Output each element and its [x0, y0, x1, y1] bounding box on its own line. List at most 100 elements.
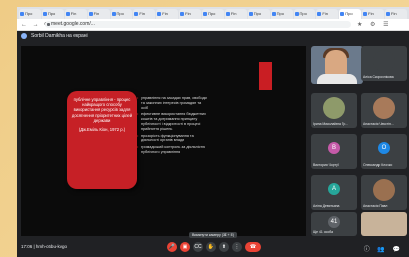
participant-name: Ще 41 особа — [313, 230, 333, 234]
participant-name: Олександр Клочко — [363, 163, 393, 167]
tab-label: Fin — [93, 11, 100, 16]
tab-label: Fin — [322, 11, 328, 16]
tab-strip: Про Про Fin Fin Про Fin Fin Fin Про Fin Про Про Про F… — [17, 7, 409, 19]
browser-tab[interactable]: Fin — [224, 9, 247, 19]
raise-hand-icon[interactable]: ✋ — [206, 242, 216, 252]
control-tooltip: Вимкнути камеру (⌘ + E) — [189, 232, 238, 238]
end-call-button[interactable]: ☎ — [245, 242, 261, 252]
participant-tile[interactable] — [361, 212, 407, 236]
slide-bullet: громадський контроль за діяльністю публі… — [137, 145, 207, 155]
lock-icon — [47, 23, 50, 26]
browser-window: Про Про Fin Fin Про Fin Fin Fin Про Fin Про Про Про F… — [17, 7, 409, 257]
presenting-title: Sorbil Damikha на екрані — [31, 33, 88, 39]
participant-video-shirt — [317, 74, 357, 84]
browser-tab[interactable]: Fin — [316, 9, 339, 19]
participant-tile[interactable]: Анастасія Чекстін... — [361, 93, 407, 128]
tab-label: Про — [47, 11, 56, 16]
browser-tab[interactable]: Про — [339, 9, 362, 19]
participant-avatar: B — [328, 142, 340, 154]
tab-label: Fin — [368, 11, 374, 16]
present-icon[interactable]: ⬆ — [219, 242, 229, 252]
slide-bullet: прозорість функціонування та діяльності … — [137, 134, 207, 144]
mic-off-icon[interactable]: 🎤 — [167, 242, 177, 252]
browser-tab[interactable]: Про — [247, 9, 270, 19]
participant-tile[interactable]: Аліса Скорохлікова — [361, 46, 407, 81]
slide-bullet: управління на засадах прав, свободи та з… — [137, 96, 207, 110]
participant-tile[interactable]: 41 Ще 41 особа — [311, 212, 357, 236]
more-participants-icon: 41 — [328, 216, 340, 228]
extension-icons[interactable]: ★ ⚙ ☰ — [357, 21, 391, 28]
side-panel-icons[interactable]: ⓘ 👥 💬 — [364, 244, 403, 253]
tab-favicon-icon — [20, 12, 24, 16]
participant-name: Виктория Чортуї — [313, 163, 339, 167]
tab-favicon-icon — [88, 12, 93, 16]
tab-label: Про — [208, 11, 216, 16]
tab-favicon-icon — [42, 12, 47, 16]
presentation-stage: публічне управління - процес найкращого … — [21, 46, 306, 236]
more-options-icon[interactable]: ⋮ — [232, 242, 242, 252]
participant-tile[interactable] — [311, 46, 363, 84]
tab-label: Про — [276, 11, 284, 16]
tab-label: Про — [116, 11, 124, 16]
slide-definition-card: публічне управління - процес найкращого … — [67, 91, 137, 189]
tab-favicon-icon — [157, 12, 162, 16]
slide-bullets: управління на засадах прав, свободи та з… — [137, 96, 207, 186]
browser-tab[interactable]: Fin — [156, 9, 179, 19]
participant-name: Аліна Девятьяна — [313, 204, 340, 208]
tab-favicon-icon — [134, 12, 139, 16]
browser-tab[interactable]: Про — [202, 9, 224, 19]
browser-tab[interactable]: Fin — [87, 9, 110, 19]
participant-name: Ірина Миколаївна Гр... — [313, 122, 349, 126]
tab-favicon-icon — [225, 12, 230, 16]
tab-label: Про — [345, 11, 353, 16]
participant-photo — [373, 179, 395, 201]
participant-name: Анастасія Чекстін... — [363, 122, 394, 126]
presenter-icon — [21, 33, 27, 39]
tab-favicon-icon — [271, 12, 276, 16]
tab-favicon-icon — [317, 12, 322, 16]
participant-grid: Аліса Скорохлікова Ірина Миколаївна Гр...… — [311, 46, 408, 236]
browser-tab[interactable]: Про — [270, 9, 293, 19]
participant-tile[interactable]: Ірина Миколаївна Гр... — [311, 93, 357, 128]
meeting-time-code: 17:06 | hmh-c6bu-kvgo — [21, 244, 67, 249]
browser-tab[interactable]: Fin — [362, 9, 384, 19]
tab-label: Fin — [391, 11, 397, 16]
tab-favicon-icon — [111, 12, 116, 16]
browser-tab[interactable]: Про — [19, 9, 41, 19]
browser-tab[interactable]: Про — [293, 9, 316, 19]
browser-tab[interactable]: Fin — [385, 9, 407, 19]
url-field[interactable]: meet.google.com/... — [45, 21, 351, 28]
tab-label: Про — [253, 11, 262, 16]
participant-avatar: A — [328, 183, 340, 195]
participant-name: Анастасія Павл — [363, 204, 388, 208]
definition-citation: (Дж.Еміль Кіон, 1972 р.) — [78, 127, 126, 133]
tab-label: Про — [25, 11, 33, 16]
definition-text: публічне управління - процес найкращого … — [71, 97, 133, 123]
tab-favicon-icon — [386, 12, 390, 16]
tab-favicon-icon — [363, 12, 368, 16]
meet-header: Sorbil Damikha на екрані — [17, 31, 409, 41]
browser-tab[interactable]: Fin — [133, 9, 156, 19]
participant-name: Аліса Скорохлікова — [363, 75, 394, 79]
participant-avatar: O — [378, 142, 390, 154]
captions-icon[interactable]: CC — [193, 242, 203, 252]
tab-label: Про — [299, 11, 307, 16]
slide-bullet: ефективне використання бюджетних коштів … — [137, 112, 207, 131]
participant-tile[interactable]: B Виктория Чортуї — [311, 134, 357, 169]
url-text: meet.google.com/... — [51, 21, 95, 27]
participant-photo — [373, 97, 395, 119]
participant-photo — [373, 50, 395, 72]
browser-tab[interactable]: Fin — [179, 9, 201, 19]
participant-tile[interactable]: O Олександр Клочко — [361, 134, 407, 169]
browser-tab[interactable]: Fin — [64, 9, 87, 19]
tab-favicon-icon — [340, 12, 345, 16]
tab-favicon-icon — [248, 12, 253, 16]
slide-accent-bar — [259, 62, 272, 90]
meeting-controls-bar: 17:06 | hmh-c6bu-kvgo Вимкнути камеру (⌘… — [17, 232, 409, 257]
camera-off-icon[interactable]: ▣ — [180, 242, 190, 252]
participant-tile[interactable]: A Аліна Девятьяна — [311, 175, 357, 210]
browser-tab[interactable]: Про — [41, 9, 64, 19]
participant-tile[interactable]: Анастасія Павл — [361, 175, 407, 210]
browser-tab[interactable]: Про — [110, 9, 133, 19]
address-bar: ← → ⟳ meet.google.com/... ★ ⚙ ☰ — [17, 19, 409, 31]
